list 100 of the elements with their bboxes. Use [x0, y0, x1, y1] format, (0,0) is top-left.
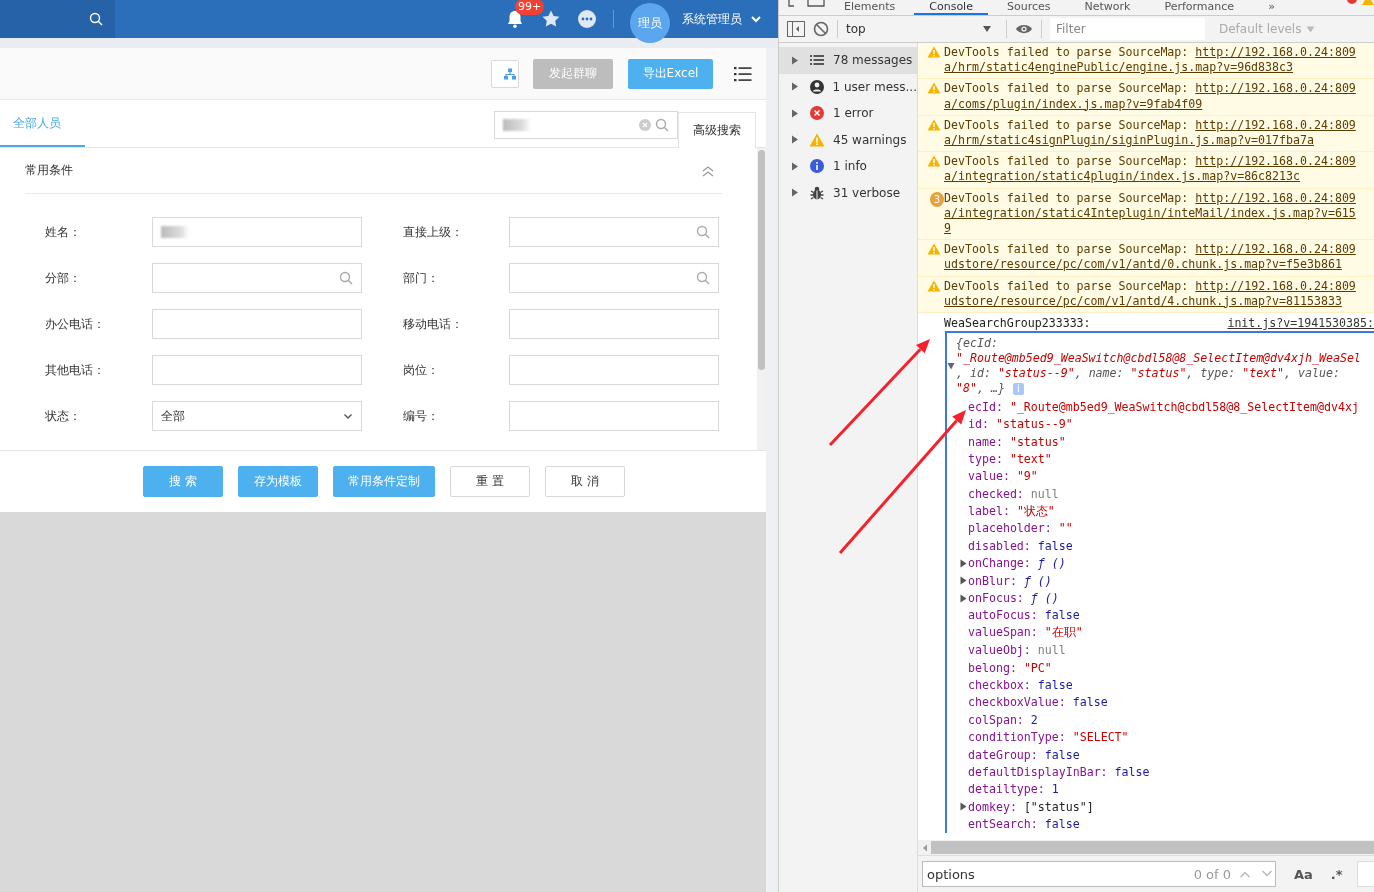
sidebar-toggle-icon[interactable]	[787, 21, 805, 37]
scrollbar[interactable]	[757, 148, 766, 450]
scrollbar-thumb[interactable]	[931, 841, 1374, 854]
source-map-link[interactable]: http://192.168.0.24:809	[1195, 278, 1356, 293]
source-map-link[interactable]: a/hrm/static4enginePublic/engine.js.map?v=96d838c3	[944, 60, 1293, 75]
source-map-link[interactable]: udstore/resource/pc/com/v1/antd/0.chunk.js.map?v=f5e3b861	[944, 257, 1342, 272]
source-map-link[interactable]: udstore/resource/pc/com/v1/antd/4.chunk.js.map?v=81153833	[944, 293, 1342, 308]
action-button[interactable]: 重 置	[450, 466, 530, 497]
devtools-tab[interactable]: Network	[1069, 0, 1146, 15]
user-name[interactable]: 系统管理员	[682, 10, 742, 28]
object-property: detailtype: 1	[968, 782, 1059, 797]
devtools-tab[interactable]: »	[1253, 0, 1290, 15]
input-field[interactable]	[152, 355, 362, 385]
object-property: ecId: "_Route@mb5ed9_WeaSwitch@cbdl58@8_SelectItem@dv4xj	[968, 399, 1359, 414]
expand-arrow-icon[interactable]	[791, 161, 799, 171]
horizontal-scrollbar[interactable]	[918, 840, 1374, 855]
input-field[interactable]	[509, 355, 719, 385]
devtools-tab[interactable]: Elements	[829, 0, 911, 15]
devtools-tab[interactable]: Sources	[991, 0, 1066, 15]
source-map-link[interactable]: http://192.168.0.24:809	[1195, 190, 1356, 205]
expand-arrow-icon[interactable]	[791, 55, 799, 65]
filter-field[interactable]: Filter	[1050, 18, 1205, 40]
search-field[interactable]	[494, 111, 678, 139]
expand-arrow-icon[interactable]	[960, 558, 967, 568]
object-property: onFocus: ƒ ()	[968, 591, 1059, 606]
object-property: type: "text"	[968, 451, 1052, 466]
expand-arrow-icon[interactable]	[791, 82, 799, 92]
input-field[interactable]	[152, 309, 362, 339]
object-property: checked: null	[968, 486, 1059, 501]
expand-arrow-icon[interactable]	[947, 362, 955, 371]
previous-match-icon[interactable]	[1239, 870, 1251, 878]
object-property: entSearch: false	[968, 817, 1080, 832]
expand-arrow-icon[interactable]	[960, 576, 967, 586]
sidebar-item[interactable]: 1 error	[779, 100, 917, 127]
source-map-link[interactable]: a/coms/plugin/index.js.map?v=9fab4f09	[944, 96, 1203, 111]
regex-button[interactable]: .*	[1330, 866, 1343, 882]
source-map-link[interactable]: http://192.168.0.24:809	[1195, 81, 1356, 96]
object-property: checkbox: false	[968, 678, 1073, 692]
expand-arrow-icon[interactable]	[791, 108, 799, 118]
action-button[interactable]: 取 消	[545, 466, 625, 497]
warning-icon	[927, 279, 941, 292]
org-chart-button[interactable]	[491, 59, 519, 88]
source-map-link[interactable]: a/hrm/static4signPlugin/siginPlugin.js.map?v=017fba7a	[944, 133, 1314, 147]
device-icon[interactable]	[807, 0, 825, 8]
source-map-link[interactable]: http://192.168.0.24:809	[1195, 242, 1356, 257]
expand-arrow-icon[interactable]	[791, 135, 799, 145]
object-property: valueSpan: "在职"	[968, 625, 1083, 641]
lookup-field[interactable]	[152, 263, 362, 293]
list-menu-icon[interactable]	[734, 65, 752, 82]
sidebar-item[interactable]: 78 messages	[779, 47, 917, 74]
scrollbar-thumb[interactable]	[758, 150, 765, 370]
expand-arrow-icon[interactable]	[960, 593, 967, 603]
sidebar-item[interactable]: 1 info	[779, 153, 917, 180]
search-icon[interactable]	[696, 225, 710, 239]
warning-icon	[927, 118, 941, 131]
sidebar-item[interactable]: 1 user mess...	[779, 73, 917, 100]
repeat-count-badge: 3	[930, 191, 944, 207]
input-field[interactable]	[152, 217, 362, 247]
expand-arrow-icon[interactable]	[960, 802, 967, 812]
warning-icon	[927, 155, 941, 168]
field-label: 分部：	[45, 269, 82, 287]
search-icon[interactable]	[696, 271, 710, 285]
collapse-icon[interactable]	[701, 164, 715, 177]
clear-console-icon[interactable]	[813, 21, 829, 37]
source-map-link[interactable]: http://192.168.0.24:809	[1195, 154, 1356, 169]
next-match-icon[interactable]	[1261, 870, 1273, 878]
devtools-tab[interactable]: Console	[914, 0, 988, 15]
eye-icon[interactable]	[1015, 23, 1033, 35]
source-map-link[interactable]: http://192.168.0.24:809	[1195, 117, 1356, 132]
sidebar-item[interactable]: 45 warnings	[779, 126, 917, 153]
field-label: 直接上级：	[403, 223, 464, 241]
source-map-link[interactable]: a/integration/static4plugin/index.js.map?v=86c8213c	[944, 169, 1300, 184]
source-map-link[interactable]: http://192.168.0.24:809	[1195, 45, 1356, 59]
source-link[interactable]: init.js?v=1941530385:	[1227, 316, 1374, 332]
search-icon[interactable]	[655, 118, 669, 132]
find-option-box[interactable]	[1356, 861, 1374, 887]
object-property: value: "9"	[968, 469, 1038, 484]
scroll-left-icon[interactable]	[922, 843, 928, 852]
search-field[interactable]	[0, 0, 115, 38]
search-icon[interactable]	[339, 271, 353, 285]
select-field[interactable]: 全部	[152, 401, 362, 431]
expand-arrow-icon[interactable]	[791, 188, 799, 198]
error-icon	[810, 106, 824, 121]
context-selector[interactable]: top	[846, 22, 998, 36]
lookup-field[interactable]	[509, 217, 719, 247]
lookup-field[interactable]	[509, 263, 719, 293]
object-property: domkey: ["status"]	[968, 799, 1094, 814]
input-field[interactable]	[509, 309, 719, 339]
advanced-search-tab[interactable]: 高级搜索	[678, 112, 756, 148]
devtools-tab[interactable]: Performance	[1149, 0, 1250, 15]
source-map-link[interactable]: a/integration/static4Inteplugin/inteMail/index.js.map?v=615	[944, 205, 1356, 220]
match-case-button[interactable]: Aa	[1294, 866, 1313, 882]
input-field[interactable]	[509, 401, 719, 431]
source-map-link[interactable]: 9	[944, 221, 951, 236]
sidebar-item[interactable]: 31 verbose	[779, 179, 917, 206]
object-preview-line: {ecId:	[956, 336, 999, 352]
warning-icon	[927, 82, 941, 95]
find-field[interactable]: options 0 of 0	[922, 861, 1276, 887]
object-property: colSpan: 2	[968, 712, 1038, 727]
clear-icon[interactable]	[639, 119, 651, 131]
